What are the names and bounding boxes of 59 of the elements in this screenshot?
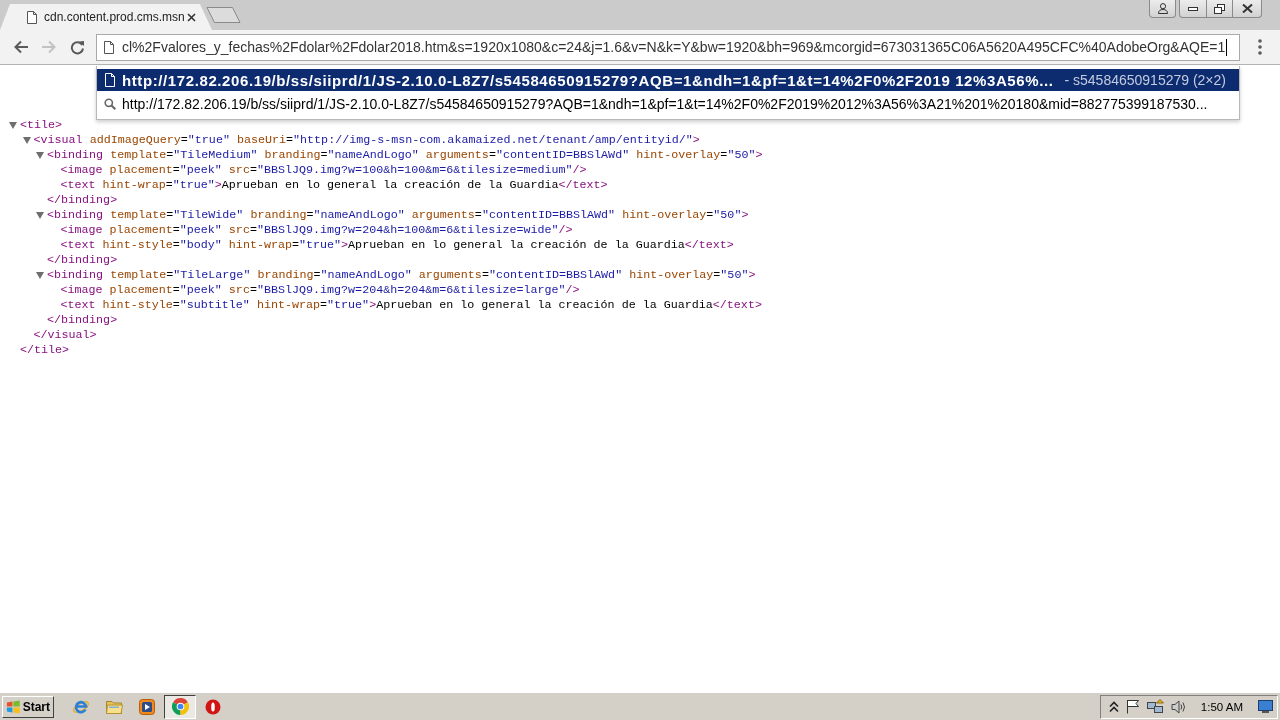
chevron-up-icon[interactable]	[1108, 700, 1119, 713]
xml-tag-line: </binding>	[47, 253, 118, 268]
close-icon[interactable]	[187, 12, 196, 22]
taskbar-button[interactable]	[164, 694, 196, 719]
xml-tag-line: <visual addImageQuery="true" baseUri="http://img-s-msn-com.akamaized.net/tenant/amp/entityid/">	[33, 133, 700, 148]
suggestion-url: http://172.82.206.19/b/ss/siiprd/1/JS-2.10.0-L8Z7/s54584650915279?AQB=1&ndh=1&pf=1&t=14%2F0%2F2019 12%3A56%...	[122, 71, 1054, 89]
xml-tag-line: </binding>	[47, 313, 118, 328]
clock-time[interactable]: 1:50 AM	[1200, 700, 1243, 713]
expand-triangle-icon[interactable]	[22, 137, 31, 144]
xml-tag-line: </binding>	[47, 193, 118, 208]
forward-arrow-icon	[41, 40, 57, 54]
suggestion-url: http://172.82.206.19/b/ss/siiprd/1/JS-2.10.0-L8Z7/s54584650915279?AQB=1&ndh=1&pf=1&t=14%2F0%2F2019%2012%3A56%3A21%201%20180&mid=882775399187530...	[122, 96, 1208, 112]
restore-icon	[1214, 3, 1225, 14]
ring-icon	[205, 698, 221, 715]
page-icon	[104, 40, 114, 54]
xml-tag-line: <text hint-style="body" hint-wrap="true">Aprueban en lo general la creación de la Guardia</text>	[60, 238, 734, 253]
xml-tag-line: <text hint-style="subtitle" hint-wrap="true">Aprueban en lo general la creación de la Guardia</text>	[60, 298, 762, 313]
expand-triangle-icon[interactable]	[36, 152, 44, 159]
xml-tag-line: <text hint-wrap="true">Aprueban en lo general la creación de la Guardia</text>	[60, 178, 608, 193]
restore-button[interactable]	[1206, 0, 1232, 18]
xml-tag-line: <binding template="TileMedium" branding="nameAndLogo" arguments="contentID=BBSlAWd" hint-overlay="50">	[47, 148, 763, 163]
suggestion-description: - s54584650915279 (2×2)	[1064, 72, 1226, 88]
suggestion-row[interactable]: http://172.82.206.19/b/ss/siiprd/1/JS-2.10.0-L8Z7/s54584650915279?AQB=1&ndh=1&pf=1&t=14%2F0%2F2019 12%3A56%... - s54584650915279 (2×2)	[97, 69, 1239, 91]
close-icon	[1241, 4, 1253, 13]
xml-tag-line: <binding template="TileWide" branding="nameAndLogo" arguments="contentID=BBSlAWd" hint-overlay="50">	[47, 208, 749, 223]
xml-tag-line: </visual>	[33, 328, 97, 343]
xml-tag-line: <image placement="peek" src="BBSlJQ9.img?w=204&h=204&m=6&tilesize=large"/>	[60, 283, 580, 298]
minimize-icon	[1188, 6, 1198, 11]
reload-icon	[69, 39, 85, 55]
xml-tag-line: <image placement="peek" src="BBSlJQ9.img?w=100&h=100&m=6&tilesize=medium"/>	[60, 163, 587, 178]
flag-icon[interactable]	[1125, 699, 1140, 714]
play-icon	[139, 698, 155, 715]
network-icon[interactable]	[1146, 698, 1164, 715]
xml-tag-line: <tile>	[20, 118, 63, 133]
suggestion-row[interactable]: http://172.82.206.19/b/ss/siiprd/1/JS-2.10.0-L8Z7/s54584650915279?AQB=1&ndh=1&pf=1&t=14%2F0%2F2019%2012%3A56%3A21%201%20180&mid=882775399187530...	[97, 93, 1239, 115]
start-button[interactable]: Start	[2, 695, 54, 718]
text-cursor	[1226, 38, 1228, 56]
monitor-icon[interactable]	[1258, 700, 1273, 713]
page-icon	[104, 73, 116, 87]
xml-tag-line: <binding template="TileLarge" branding="nameAndLogo" arguments="contentID=BBSlAWd" hint-overlay="50">	[47, 268, 756, 283]
segmented-circle-icon	[171, 698, 189, 715]
speaker-icon[interactable]	[1170, 699, 1186, 714]
minimize-button[interactable]	[1179, 0, 1206, 18]
new-tab-button[interactable]	[206, 7, 241, 23]
expand-triangle-icon[interactable]	[36, 212, 44, 219]
xml-tag-line: </tile>	[20, 343, 70, 358]
profile-button[interactable]	[1149, 0, 1176, 18]
expand-triangle-icon[interactable]	[36, 272, 44, 279]
address-field[interactable]: cl%2Fvalores_y_fechas%2Fdolar%2Fdolar2018.htm&s=1920x1080&c=24&j=1.6&v=N&k=Y&bw=1920&bh=969&mcorgid=673031365C06A5620A495CFC%40AdobeOrg&AQE=1	[96, 33, 1240, 61]
close-window-button[interactable]	[1232, 0, 1262, 18]
browser-tab[interactable]: cdn.content.prod.cms.msn	[0, 4, 212, 30]
expand-triangle-icon[interactable]	[9, 122, 17, 129]
folder-icon	[105, 699, 123, 714]
search-icon	[104, 98, 116, 110]
back-arrow-icon	[13, 40, 29, 54]
page-icon	[27, 10, 37, 24]
xml-tag-line: <image placement="peek" src="BBSlJQ9.img?w=204&h=100&m=6&tilesize=wide"/>	[60, 223, 573, 238]
person-icon	[1157, 3, 1168, 14]
windows-flag-icon	[6, 699, 21, 714]
